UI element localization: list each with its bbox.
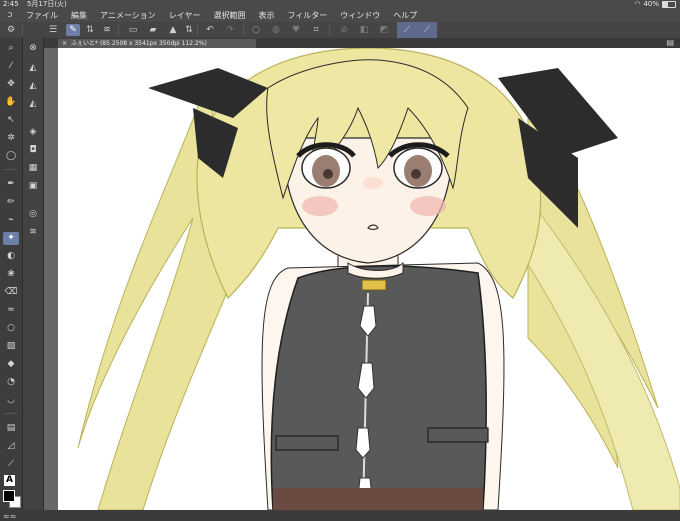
- menu-file[interactable]: ファイル: [20, 9, 65, 22]
- transparent-color-icon[interactable]: ≈≈: [3, 512, 16, 521]
- drawing-canvas[interactable]: [58, 48, 680, 510]
- invert-selection-icon[interactable]: ◧: [357, 24, 371, 36]
- watercolor-icon[interactable]: ◐: [3, 250, 19, 263]
- eyedropper-icon[interactable]: ⁄: [3, 60, 19, 73]
- updown-arrows-2-icon[interactable]: ⇅: [182, 24, 196, 36]
- redo-icon[interactable]: ↷: [223, 24, 237, 36]
- undo-icon[interactable]: ↶: [203, 24, 217, 36]
- updown-arrows-icon[interactable]: ⇅: [83, 24, 97, 36]
- decoration-icon[interactable]: ❀: [3, 268, 19, 281]
- layer-palette-icon[interactable]: ≋: [25, 226, 41, 239]
- snap-special-ruler-icon[interactable]: ⟋: [420, 24, 434, 36]
- menu-help[interactable]: ヘルプ: [387, 9, 424, 22]
- hand-icon[interactable]: ✋: [3, 96, 19, 109]
- status-time: 2:45: [3, 0, 19, 8]
- blend-icon[interactable]: ≈: [3, 304, 19, 317]
- snap-ruler-icon[interactable]: ⟋: [400, 24, 414, 36]
- menu-window[interactable]: ウィンドウ: [334, 9, 387, 22]
- figure-icon[interactable]: ○: [3, 322, 19, 335]
- document-tab[interactable]: × ふぇいと* (85 2508 x 3541px 350dpi 112.2%): [58, 39, 256, 48]
- menu-layer[interactable]: レイヤー: [163, 9, 208, 22]
- pencil-icon[interactable]: ✏: [3, 196, 19, 209]
- menu-view[interactable]: 表示: [252, 9, 281, 22]
- lasso-icon[interactable]: ◌: [249, 24, 263, 36]
- menu-filter[interactable]: フィルター: [281, 9, 334, 22]
- sub-tool-palette: ⊗ ◭ ◭ ◭ ◈ ◘ ▦ ▣ ◎ ≋: [23, 38, 44, 510]
- hamburger-menu-icon[interactable]: ☰: [46, 24, 60, 36]
- history-icon[interactable]: ◎: [25, 208, 41, 221]
- battery-percent: 40%: [643, 0, 659, 8]
- zoom-icon[interactable]: ⌕: [3, 42, 19, 55]
- ios-status-bar: 2:45 5月17日(火) ◠ 40%: [0, 0, 680, 9]
- palette-c-icon[interactable]: ◭: [25, 98, 41, 111]
- material-icon[interactable]: ◈: [25, 126, 41, 139]
- gradient-icon[interactable]: ▧: [3, 340, 19, 353]
- lasso-select-icon[interactable]: ◯: [3, 150, 19, 163]
- battery-icon: [662, 1, 676, 8]
- sub-view-icon[interactable]: ▦: [25, 162, 41, 175]
- document-tab-title: ふぇいと* (85 2508 x 3541px 350dpi 112.2%): [71, 40, 207, 47]
- select-object-icon[interactable]: ↖: [3, 114, 19, 127]
- canvas-margin: [44, 48, 58, 510]
- text-balloon-icon[interactable]: ◡: [3, 394, 19, 407]
- pen-tool-icon[interactable]: ✎: [66, 24, 80, 36]
- status-date: 5月17日(火): [26, 0, 67, 8]
- close-palette-icon[interactable]: ⊗: [25, 42, 41, 55]
- palette-b-icon[interactable]: ◭: [25, 80, 41, 93]
- brush-icon[interactable]: ⌁: [3, 214, 19, 227]
- eraser-icon[interactable]: ⌫: [3, 286, 19, 299]
- main-color-swatch[interactable]: [3, 490, 15, 502]
- illustration: [77, 48, 680, 510]
- transform-icon[interactable]: ⌗: [309, 24, 323, 36]
- crop-icon[interactable]: ◩: [377, 24, 391, 36]
- settings-icon[interactable]: ⚙: [4, 24, 18, 36]
- navigator-icon[interactable]: ◘: [25, 144, 41, 157]
- fill-bucket-icon[interactable]: ◆: [3, 358, 19, 371]
- pen-icon[interactable]: ✒: [3, 178, 19, 191]
- menu-selection[interactable]: 選択範囲: [207, 9, 252, 22]
- open-folder-icon[interactable]: ▰: [146, 24, 160, 36]
- palette-a-icon[interactable]: ◭: [25, 62, 41, 75]
- clear-icon[interactable]: ◍: [269, 24, 283, 36]
- speech-balloon-icon[interactable]: ◔: [3, 376, 19, 389]
- wifi-icon: ◠: [634, 0, 641, 8]
- deselect-icon[interactable]: ⊘: [337, 24, 351, 36]
- tool-palette: ⌕ ⁄ ✥ ✋ ↖ ✲ ◯ ✒ ✏ ⌁ ✦ ◐ ❀ ⌫ ≈ ○ ▧ ◆ ◔ ◡ …: [0, 38, 23, 521]
- layer-property-icon[interactable]: ▣: [25, 180, 41, 193]
- document-tab-bar: × ふぇいと* (85 2508 x 3541px 350dpi 112.2%) …: [44, 38, 680, 48]
- close-tab-icon[interactable]: ×: [62, 40, 67, 47]
- correct-line-icon[interactable]: ⟋: [3, 458, 19, 471]
- clip-studio-logo-icon[interactable]: ↄ: [0, 9, 20, 22]
- save-icon[interactable]: ▲: [166, 24, 180, 36]
- ruler-icon[interactable]: ◿: [3, 440, 19, 453]
- move-icon[interactable]: ✥: [3, 78, 19, 91]
- fill-icon[interactable]: ♥: [289, 24, 303, 36]
- magic-wand-icon[interactable]: ✲: [3, 132, 19, 145]
- text-tool-icon[interactable]: A: [4, 475, 15, 486]
- frame-border-icon[interactable]: ▤: [3, 422, 19, 435]
- command-bar: ⚙ ☰ ✎ ⇅ ≋ ▭ ▰ ▲ ⇅ ↶ ↷ ◌ ◍ ♥ ⌗ ⊘ ◧ ◩ ⟋ ⟋: [0, 22, 680, 39]
- menu-edit[interactable]: 編集: [65, 9, 94, 22]
- menu-bar: ↄ ファイル 編集 アニメーション レイヤー 選択範囲 表示 フィルター ウィン…: [0, 9, 680, 22]
- tab-menu-icon[interactable]: ▤: [666, 38, 674, 48]
- new-file-icon[interactable]: ▭: [126, 24, 140, 36]
- menu-animation[interactable]: アニメーション: [94, 9, 163, 22]
- airbrush-icon[interactable]: ✦: [3, 232, 19, 245]
- layers-icon[interactable]: ≋: [100, 24, 114, 36]
